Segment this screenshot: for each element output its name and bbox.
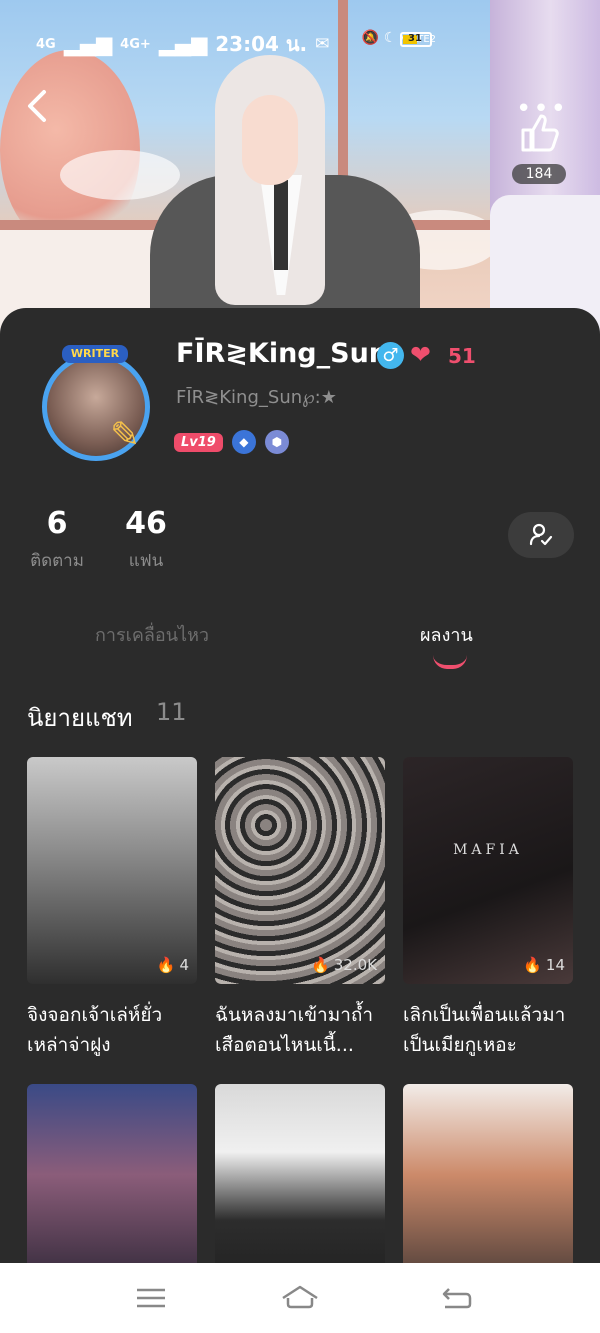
story-cover: 🔥 4 xyxy=(27,757,197,984)
male-gender-icon: ♂ xyxy=(377,342,404,369)
views-count: 4 xyxy=(179,956,189,974)
story-card[interactable]: MAFIA 🔥 14 เลิกเป็นเพื่อนแล้วมาเป็นเมียก… xyxy=(403,757,573,1060)
status-bar: 4G ▂▄▆ 4G+ ▂▄▆ 23:04 น. ✉ 🔕 ☾ VoLTE2 31 xyxy=(0,0,600,80)
fire-icon: 🔥 xyxy=(523,956,542,974)
chevron-left-icon xyxy=(28,90,46,122)
character-illustration xyxy=(150,55,420,340)
battery-icon: 31 xyxy=(400,32,432,47)
diamond-badge-icon[interactable]: ◆ xyxy=(231,430,256,454)
story-card[interactable]: 🔥 4 จิงจอกเจ้าเล่ห์ยั่วเหล่าจ่าฝูง xyxy=(27,757,197,1060)
status-time: 23:04 น. xyxy=(215,32,308,56)
moon-icon: ☾ xyxy=(383,30,397,46)
writer-tag: WRITER xyxy=(62,345,128,363)
following-label: ติดตาม xyxy=(30,551,84,571)
character-face xyxy=(242,95,298,185)
username: FĪR≷King_Sun xyxy=(176,338,389,369)
return-icon xyxy=(442,1288,472,1309)
follow-user-button[interactable] xyxy=(508,512,574,558)
cover-text: MAFIA xyxy=(453,842,523,858)
following-count: 6 xyxy=(46,506,68,541)
menu-button[interactable] xyxy=(134,1283,174,1313)
system-navigation-bar xyxy=(0,1263,600,1333)
home-icon xyxy=(282,1285,318,1309)
user-check-icon xyxy=(529,523,553,546)
messenger-icon: ✉ xyxy=(315,34,330,54)
views-count: 32.0K xyxy=(333,956,377,974)
hearts-count: 51 xyxy=(448,344,476,368)
following-stat[interactable]: 6 ติดตาม xyxy=(24,506,90,574)
story-title: ฉันหลงมาเข้ามาถ้ำเสือตอนไหนเนี้... xyxy=(215,1004,374,1056)
section-count: 11 xyxy=(156,698,187,726)
home-button[interactable] xyxy=(280,1283,320,1313)
level-badge[interactable]: Lv19 xyxy=(174,432,223,452)
tab-activity[interactable]: การเคลื่อนไหว xyxy=(95,620,209,649)
network-indicator-1: 4G xyxy=(36,36,56,52)
mute-icon: 🔕 xyxy=(361,30,380,46)
back-button[interactable] xyxy=(22,88,54,124)
story-title: จิงจอกเจ้าเล่ห์ยั่วเหล่าจ่าฝูง xyxy=(27,1004,163,1056)
pen-icon: ✎ xyxy=(110,415,141,456)
views-badge: 🔥 14 xyxy=(523,956,565,974)
thumbs-up-icon xyxy=(521,114,559,152)
story-cover: MAFIA 🔥 14 xyxy=(403,757,573,984)
like-button[interactable]: 184 xyxy=(512,112,566,192)
tab-works[interactable]: ผลงาน xyxy=(420,620,473,649)
hexagon-badge-icon[interactable]: ⬢ xyxy=(264,430,289,454)
network-indicator-2: 4G+ xyxy=(120,36,151,52)
story-card[interactable]: 🔥 32.0K ฉันหลงมาเข้ามาถ้ำเสือตอนไหนเนี้.… xyxy=(215,757,385,1060)
views-badge: 🔥 4 xyxy=(157,956,189,974)
back-nav-button[interactable] xyxy=(440,1283,480,1313)
story-title: เลิกเป็นเพื่อนแล้วมาเป็นเมียกูเหอะ xyxy=(403,1004,566,1056)
fire-icon: 🔥 xyxy=(311,956,330,974)
signal-icon: ▂▄▆ xyxy=(158,32,208,56)
like-count: 184 xyxy=(512,164,566,184)
fire-icon: 🔥 xyxy=(156,956,176,974)
profile-tabs: การเคลื่อนไหว ผลงาน xyxy=(0,610,600,670)
views-badge: 🔥 32.0K xyxy=(311,956,377,974)
badges-row: Lv19 ◆ ⬢ xyxy=(174,430,289,454)
profile-subtitle: FĪR≷King_Sun℘:★ xyxy=(176,387,337,408)
character-tie xyxy=(274,180,288,270)
fans-stat[interactable]: 46 แฟน xyxy=(122,506,170,574)
views-count: 14 xyxy=(545,956,565,974)
avatar[interactable]: WRITER ✎ xyxy=(32,345,162,470)
menu-icon xyxy=(137,1288,165,1308)
signal-icon: ▂▄▆ xyxy=(63,32,113,56)
fans-count: 46 xyxy=(125,506,167,541)
battery-level: 31 xyxy=(408,33,422,44)
section-title: นิยายแชท xyxy=(27,704,133,732)
story-cover: 🔥 32.0K xyxy=(215,757,385,984)
fans-label: แฟน xyxy=(128,551,164,571)
hearts-icon: ❤ xyxy=(410,340,431,369)
